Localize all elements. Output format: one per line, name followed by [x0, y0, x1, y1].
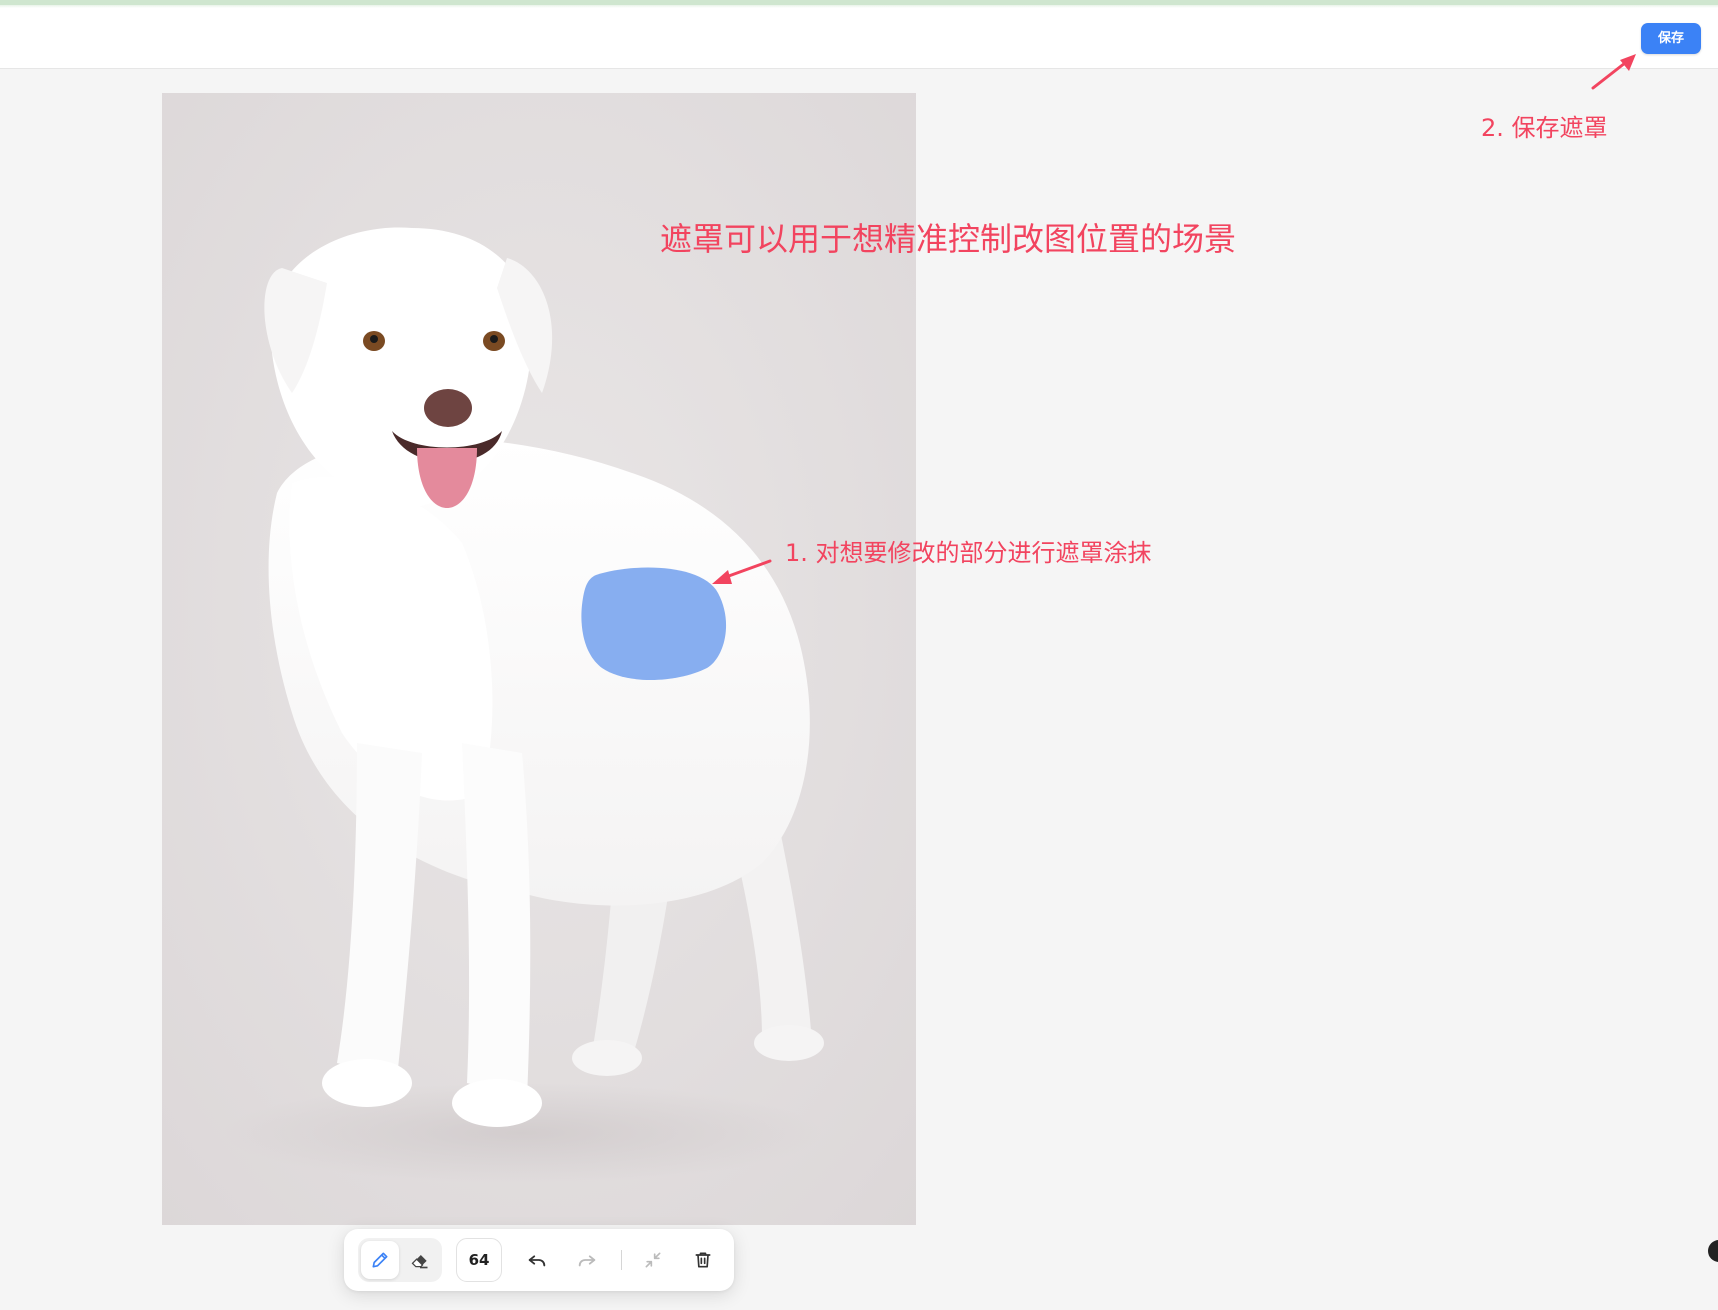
top-accent-bar: [0, 0, 1718, 8]
image-canvas[interactable]: [162, 93, 916, 1225]
mask-editor: 保存 遮罩可以用于想精准控制改图位置的场景 1. 对想要修改的部分进行遮罩涂抹 …: [0, 0, 1718, 1310]
tool-switcher: [358, 1238, 442, 1282]
editor-header: [0, 8, 1718, 69]
annotation-step-2: 2. 保存遮罩: [1481, 114, 1608, 142]
collapse-icon: [645, 1252, 661, 1268]
annotation-step-1: 1. 对想要修改的部分进行遮罩涂抹: [785, 539, 1152, 567]
brush-tool-button[interactable]: [361, 1241, 399, 1279]
save-button[interactable]: 保存: [1641, 23, 1701, 54]
brush-size-value[interactable]: 64: [456, 1238, 502, 1282]
clear-mask-button[interactable]: [684, 1241, 722, 1279]
undo-button[interactable]: [518, 1241, 556, 1279]
undo-icon: [528, 1255, 546, 1267]
eraser-icon: [411, 1255, 428, 1269]
mask-toolbar: 64: [344, 1229, 734, 1291]
trash-icon: [695, 1252, 711, 1268]
mask-stroke: [581, 567, 727, 681]
dog-photo: [162, 93, 916, 1225]
eraser-tool-button[interactable]: [401, 1241, 439, 1279]
annotation-headline: 遮罩可以用于想精准控制改图位置的场景: [660, 220, 1237, 258]
edge-handle[interactable]: [1708, 1240, 1718, 1262]
redo-icon: [578, 1255, 596, 1267]
toolbar-divider: [621, 1250, 622, 1270]
collapse-button[interactable]: [634, 1241, 672, 1279]
pencil-icon: [372, 1252, 388, 1268]
redo-button[interactable]: [568, 1241, 606, 1279]
